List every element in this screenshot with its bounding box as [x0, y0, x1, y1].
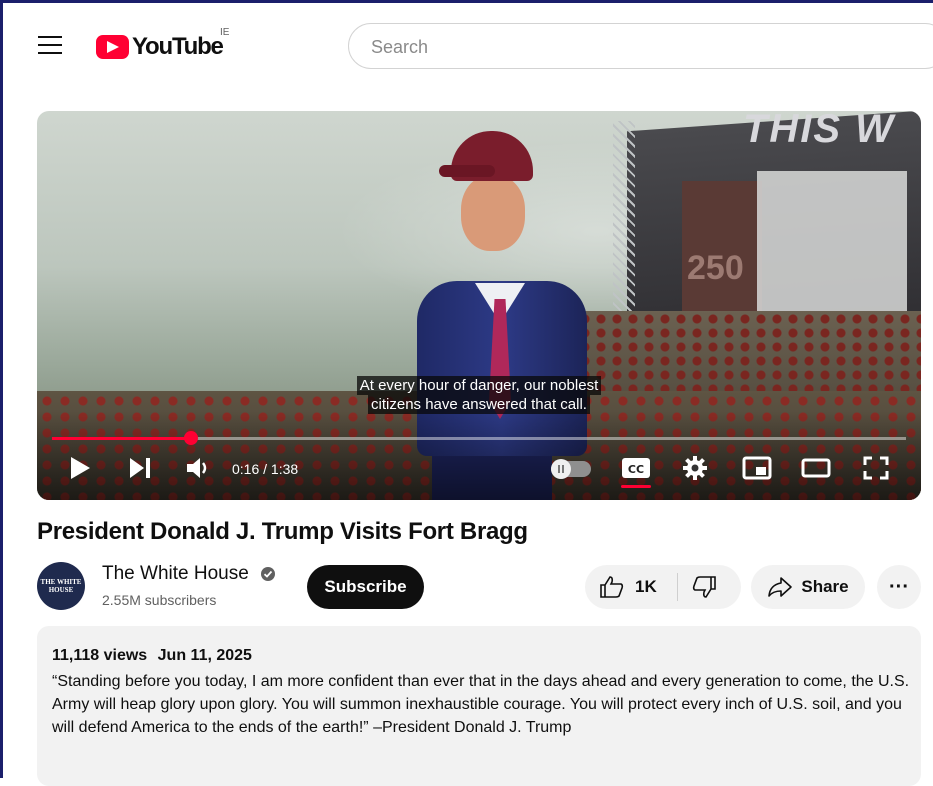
play-icon[interactable]: [69, 455, 91, 481]
like-divider: [677, 573, 678, 601]
like-dislike-group: 1K: [585, 565, 741, 609]
like-button[interactable]: 1K: [599, 575, 657, 599]
thumbs-up-icon: [600, 576, 624, 598]
video-title: President Donald J. Trump Visits Fort Br…: [37, 518, 528, 545]
speaker-head: [461, 175, 525, 251]
channel-avatar[interactable]: THE WHITE HOUSE: [37, 562, 85, 610]
next-icon[interactable]: [128, 455, 152, 481]
cc-active-indicator: [621, 485, 651, 488]
play-logo-icon: [96, 35, 129, 59]
share-button[interactable]: Share: [751, 565, 865, 609]
hamburger-menu-icon[interactable]: [38, 36, 62, 56]
video-player[interactable]: THIS W 250 At every hour of danger, our …: [37, 111, 921, 500]
share-label: Share: [801, 577, 849, 596]
stage-screen: [757, 171, 907, 321]
verified-check-icon: [261, 567, 275, 581]
subscriber-count: 2.55M subscribers: [102, 592, 217, 608]
region-code: IE: [220, 27, 230, 38]
description-text: “Standing before you today, I am more co…: [52, 673, 910, 736]
controls-gradient: [37, 411, 921, 500]
window-frame-top: [0, 0, 933, 3]
autoplay-toggle[interactable]: [551, 459, 591, 479]
settings-gear-icon[interactable]: [682, 455, 708, 481]
closed-captions-icon[interactable]: CC: [621, 455, 651, 481]
description-meta: 11,118 views Jun 11, 2025: [52, 647, 252, 665]
progress-played: [52, 437, 192, 440]
view-count: 11,118 views: [52, 647, 148, 664]
channel-name[interactable]: The White House: [102, 563, 249, 585]
search-input[interactable]: [369, 34, 893, 60]
volume-icon[interactable]: [185, 455, 213, 481]
speaker-cap-visor: [439, 165, 495, 177]
miniplayer-icon[interactable]: [742, 455, 772, 481]
thumbs-down-icon: [692, 576, 716, 598]
like-count: 1K: [635, 577, 657, 596]
theater-mode-icon[interactable]: [801, 455, 831, 481]
stage-banner-text: THIS W: [743, 111, 895, 151]
youtube-logo[interactable]: YouTube: [96, 33, 224, 61]
progress-bar[interactable]: [52, 431, 906, 445]
publish-date: Jun 11, 2025: [157, 647, 252, 664]
subtitle-caption: At every hour of danger, our noblest cit…: [337, 376, 621, 414]
subscribe-button[interactable]: Subscribe: [307, 565, 424, 609]
caption-line-1: At every hour of danger, our noblest: [356, 376, 602, 395]
description-box[interactable]: 11,118 views Jun 11, 2025 “Standing befo…: [37, 626, 921, 786]
fullscreen-icon[interactable]: [863, 455, 889, 481]
time-display: 0:16 / 1:38: [232, 461, 299, 477]
search-bar[interactable]: [348, 23, 933, 69]
autoplay-knob: [551, 459, 571, 479]
logo-text: YouTube: [132, 33, 224, 60]
stage-number: 250: [687, 249, 744, 287]
share-arrow-icon: [768, 577, 793, 597]
window-frame-left: [0, 0, 3, 778]
svg-text:CC: CC: [628, 463, 644, 476]
more-actions-button[interactable]: ···: [877, 565, 921, 609]
avatar-seal-text: THE WHITE HOUSE: [40, 578, 82, 594]
dislike-button[interactable]: [691, 575, 717, 604]
